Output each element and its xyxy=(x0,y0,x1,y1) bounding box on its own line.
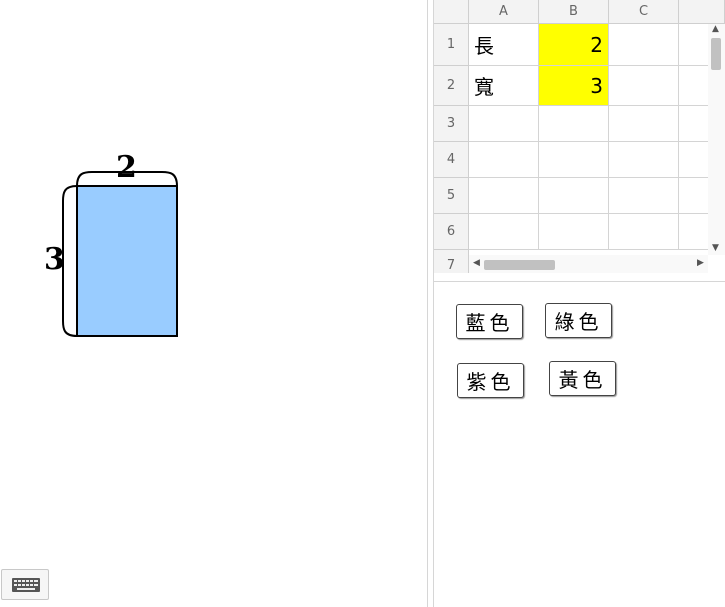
cell-b2[interactable]: 3 xyxy=(539,66,609,106)
green-button[interactable]: 綠色 xyxy=(545,303,612,338)
height-brace xyxy=(62,185,78,337)
column-header-c[interactable]: C xyxy=(609,0,679,24)
scroll-left-icon[interactable]: ◀ xyxy=(473,258,480,268)
cell-c3[interactable] xyxy=(609,106,679,142)
cell-c4[interactable] xyxy=(609,142,679,178)
sheet-bottom-border xyxy=(434,273,725,282)
width-label[interactable]: 2 xyxy=(116,150,137,185)
spreadsheet-view[interactable]: A B C 1 2 3 4 5 6 7 長 2 寬 3 xyxy=(434,0,725,273)
cell-a2[interactable]: 寬 xyxy=(469,66,539,106)
cell-b5[interactable] xyxy=(539,178,609,214)
buttons-panel: 藍色 綠色 紫色 黃色 xyxy=(434,282,725,607)
cell-b6[interactable] xyxy=(539,214,609,250)
cell-c2[interactable] xyxy=(609,66,679,106)
scroll-down-icon[interactable]: ▼ xyxy=(712,243,719,253)
row-header-3[interactable]: 3 xyxy=(434,106,469,142)
row-header-2[interactable]: 2 xyxy=(434,66,469,106)
cell-a5[interactable] xyxy=(469,178,539,214)
column-header-d[interactable] xyxy=(679,0,725,24)
column-header-a[interactable]: A xyxy=(469,0,539,24)
keyboard-icon xyxy=(12,578,40,592)
horizontal-scroll-thumb[interactable] xyxy=(484,260,555,270)
keyboard-button[interactable] xyxy=(1,569,49,600)
row-header-1[interactable]: 1 xyxy=(434,24,469,66)
row-header-4[interactable]: 4 xyxy=(434,142,469,178)
sheet-corner[interactable] xyxy=(434,0,469,24)
cell-c6[interactable] xyxy=(609,214,679,250)
cell-b4[interactable] xyxy=(539,142,609,178)
cell-a6[interactable] xyxy=(469,214,539,250)
cell-b1[interactable]: 2 xyxy=(539,24,609,66)
row-header-7[interactable]: 7 xyxy=(434,250,469,273)
graphics-canvas[interactable]: 2 3 xyxy=(0,0,427,607)
rectangle[interactable] xyxy=(76,185,178,337)
vertical-scroll-thumb[interactable] xyxy=(711,38,721,70)
view-splitter[interactable] xyxy=(427,0,434,607)
scroll-up-icon[interactable]: ▲ xyxy=(712,24,719,34)
row-header-6[interactable]: 6 xyxy=(434,214,469,250)
cell-b3[interactable] xyxy=(539,106,609,142)
height-label[interactable]: 3 xyxy=(44,242,65,277)
purple-button[interactable]: 紫色 xyxy=(457,363,524,398)
column-header-b[interactable]: B xyxy=(539,0,609,24)
scroll-right-icon[interactable]: ▶ xyxy=(697,258,704,268)
cell-a4[interactable] xyxy=(469,142,539,178)
cell-a1[interactable]: 長 xyxy=(469,24,539,66)
blue-button[interactable]: 藍色 xyxy=(456,304,523,339)
cell-c1[interactable] xyxy=(609,24,679,66)
row-header-5[interactable]: 5 xyxy=(434,178,469,214)
yellow-button[interactable]: 黃色 xyxy=(549,361,616,396)
cell-c5[interactable] xyxy=(609,178,679,214)
graphics-view[interactable]: 2 3 xyxy=(0,0,427,607)
cell-a3[interactable] xyxy=(469,106,539,142)
